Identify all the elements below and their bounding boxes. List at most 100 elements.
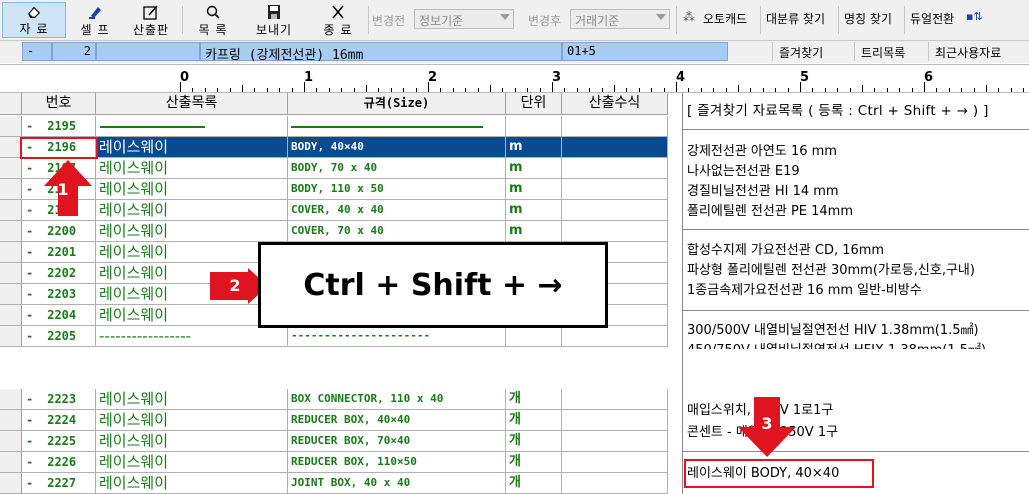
cell-number[interactable]: -2195 [22,116,96,137]
cell-item-name[interactable]: 레이스웨이 [96,410,288,431]
cell-spec[interactable]: COVER, 40 x 40 [288,200,506,221]
recent-items-button[interactable]: 최근사용자료 [928,42,1007,61]
col-header-spec[interactable]: 규격(Size) [288,93,506,115]
favorite-item[interactable]: 합성수지제 가요전선관 CD, 16mm [687,239,884,258]
cell-formula[interactable] [562,200,668,221]
cell-unit[interactable]: m [506,221,562,242]
cell-spec[interactable]: BODY, 40×40 [288,137,506,158]
cell-spec[interactable]: BOX CONNECTOR, 110 x 40 [288,389,506,410]
cell-spec[interactable]: COVER, 70 x 40 [288,221,506,242]
ruler-tick [229,88,231,92]
cell-unit[interactable] [506,116,562,137]
row-header [0,158,22,179]
row-level-dash: - [26,329,34,343]
dual-switch-button[interactable]: 듀얼전환 [910,10,954,27]
cell-number[interactable]: -2224 [22,410,96,431]
col-header-formula[interactable]: 산출수식 [562,93,668,115]
tree-list-button[interactable]: 트리목록 [854,42,911,61]
col-header-unit[interactable]: 단위 [506,93,562,115]
cell-spec[interactable]: REDUCER BOX, 110×50 [288,452,506,473]
cell-number[interactable]: -2202 [22,263,96,284]
exit-button[interactable]: 종 료 [310,2,366,38]
ruler-tick [564,88,566,92]
cell-number[interactable]: -2201 [22,242,96,263]
cell-unit[interactable]: 개 [506,431,562,452]
favorites-button[interactable]: 즐겨찾기 [772,42,829,61]
favorite-item[interactable]: 경질비닐전선관 HI 14 mm [687,180,839,199]
autocad-button[interactable]: 오토캐드 [703,10,747,27]
cell-item-name[interactable]: 레이스웨이 [96,473,288,494]
cell-spec[interactable]: REDUCER BOX, 70×40 [288,431,506,452]
cell-number[interactable]: -2203 [22,284,96,305]
cell-formula[interactable] [562,158,668,179]
favorite-item[interactable]: 나사없는전선관 E19 [687,160,800,179]
cell-number[interactable]: -2227 [22,473,96,494]
cell-number[interactable]: -2204 [22,305,96,326]
cell-item-name[interactable]: 레이스웨이 [96,158,288,179]
cell-spec[interactable]: REDUCER BOX, 40×40 [288,410,506,431]
row-header [0,389,22,410]
cell-item-name[interactable]: 레이스웨이 [96,179,288,200]
col-header-name[interactable]: 산출목록 [96,93,288,115]
cell-item-name[interactable]: 레이스웨이 [96,452,288,473]
cell-number[interactable]: -2225 [22,431,96,452]
cell-spec[interactable]: BODY, 110 x 50 [288,179,506,200]
cell-spec[interactable]: --------------------- [288,326,506,347]
before-select[interactable]: 정보기준 [414,9,514,29]
item-name-field[interactable]: 카프링 (강제전선관) 16mm [200,42,562,63]
favorite-item[interactable]: 450/750V 내열비닐절연전선 HFIX 1.38mm(1.5㎟) [687,339,986,349]
major-category-search-button[interactable]: 대분류 찾기 [766,10,825,27]
cell-formula[interactable] [562,116,668,137]
ruler-tick [614,85,615,92]
favorite-item[interactable]: 파상형 폴리에틸렌 전선관 30mm(가로등,신호,구내) [687,259,975,278]
col-header-number[interactable]: 번호 [22,93,96,115]
cell-formula[interactable] [562,452,668,473]
cell-formula[interactable] [562,389,668,410]
cell-number[interactable]: -2226 [22,452,96,473]
cell-spec[interactable]: BODY, 70 x 40 [288,158,506,179]
cell-unit[interactable]: 개 [506,452,562,473]
data-button[interactable]: 자 료 [2,2,66,38]
ruler-tick [428,82,429,92]
cell-formula[interactable] [562,137,668,158]
level-field[interactable]: - [22,42,52,61]
floppy-disk-icon [268,5,280,19]
cell-formula[interactable] [562,410,668,431]
cell-number[interactable]: -2205 [22,326,96,347]
cell-unit[interactable] [506,326,562,347]
cell-unit[interactable]: 개 [506,389,562,410]
cell-unit[interactable]: m [506,158,562,179]
cell-number[interactable]: -2200 [22,221,96,242]
formula-field[interactable]: 01+5 [562,42,728,61]
cell-item-name[interactable]: 레이스웨이 [96,389,288,410]
send-button[interactable]: 보내기 [246,2,302,38]
after-select[interactable]: 거래기준 [570,9,670,29]
depth-field[interactable]: 2 [52,42,96,61]
cell-formula[interactable] [562,221,668,242]
favorite-item[interactable]: 300/500V 내열비닐절연전선 HIV 1.38mm(1.5㎟) [687,319,979,338]
list-button[interactable]: 목 록 [186,2,240,38]
cell-item-name[interactable]: ----------------- [96,326,288,347]
name-search-button[interactable]: 명칭 찾기 [844,10,892,27]
cell-item-name[interactable]: 레이스웨이 [96,200,288,221]
cell-unit[interactable]: m [506,137,562,158]
cell-formula[interactable] [562,179,668,200]
cell-item-name[interactable]: 레이스웨이 [96,221,288,242]
favorite-item[interactable]: 강제전선관 아연도 16 mm [687,140,837,159]
cell-formula[interactable] [562,473,668,494]
calc-board-button[interactable]: 산출판 [124,2,178,38]
cell-item-name[interactable]: 레이스웨이 [96,431,288,452]
cell-spec[interactable]: JOINT BOX, 40 x 40 [288,473,506,494]
cell-number[interactable]: -2223 [22,389,96,410]
cell-unit[interactable]: 개 [506,410,562,431]
cell-formula[interactable] [562,431,668,452]
self-button[interactable]: 셀 프 [70,2,120,38]
favorite-item[interactable]: 1종금속제가요전선관 16 mm 일반-비방수 [687,279,922,298]
cell-unit[interactable]: 개 [506,473,562,494]
cell-unit[interactable]: m [506,200,562,221]
cell-unit[interactable]: m [506,179,562,200]
cell-item-name[interactable]: 레이스웨이 [96,137,288,158]
favorite-item[interactable]: 폴리에틸렌 전선관 PE 14mm [687,200,853,219]
code-field[interactable] [96,42,200,61]
cell-formula[interactable] [562,326,668,347]
